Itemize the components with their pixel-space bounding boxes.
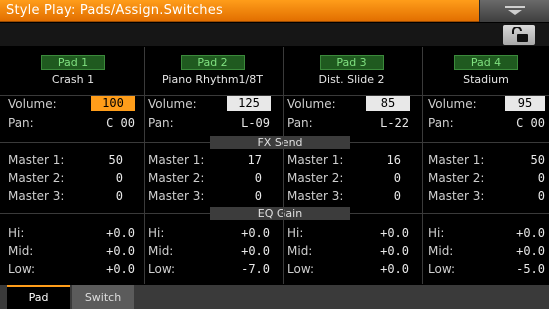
master1-label: Master 1: <box>287 153 344 167</box>
volume-label: Volume: <box>148 97 197 111</box>
pad-4-hi[interactable]: +0.0 <box>516 226 545 240</box>
pad-3-pan[interactable]: L-22 <box>380 116 409 130</box>
master1-label: Master 1: <box>428 153 485 167</box>
pad-1-master2[interactable]: 0 <box>116 171 123 185</box>
lock-button[interactable] <box>503 25 535 45</box>
pad-3-volume[interactable]: 85 <box>366 96 410 111</box>
toolbar <box>0 23 549 46</box>
hi-label: Hi: <box>428 226 445 240</box>
pad-4-master3[interactable]: 0 <box>538 189 545 203</box>
pad-2-master1[interactable]: 17 <box>248 153 262 167</box>
volume-label: Volume: <box>287 97 336 111</box>
master2-label: Master 2: <box>8 171 65 185</box>
hi-label: Hi: <box>148 226 165 240</box>
pad-4-low[interactable]: -5.0 <box>516 262 545 276</box>
pad-1-mid[interactable]: +0.0 <box>106 244 135 258</box>
pan-label: Pan: <box>8 116 34 130</box>
low-label: Low: <box>148 262 176 276</box>
pad-2-sound[interactable]: Piano Rhythm1/8T <box>162 73 263 86</box>
pad-3-low[interactable]: +0.0 <box>380 262 409 276</box>
hi-label: Hi: <box>287 226 304 240</box>
pad-1-volume[interactable]: 100 <box>91 96 135 111</box>
pad-3-button[interactable]: Pad 3 <box>319 55 384 70</box>
mid-label: Mid: <box>148 244 174 258</box>
pad-3-sound[interactable]: Dist. Slide 2 <box>319 73 385 86</box>
pan-label: Pan: <box>287 116 313 130</box>
master3-label: Master 3: <box>287 189 344 203</box>
pad-1-master3[interactable]: 0 <box>116 189 123 203</box>
pad-3-hi[interactable]: +0.0 <box>380 226 409 240</box>
master1-label: Master 1: <box>148 153 205 167</box>
page-menu-button[interactable] <box>479 0 549 22</box>
pad-3-master2[interactable]: 0 <box>394 171 401 185</box>
pad-2-low[interactable]: -7.0 <box>241 262 270 276</box>
master2-label: Master 2: <box>428 171 485 185</box>
pan-label: Pan: <box>428 116 454 130</box>
low-label: Low: <box>428 262 456 276</box>
pad-4-sound[interactable]: Stadium <box>463 73 509 86</box>
pad-2-master3[interactable]: 0 <box>255 189 262 203</box>
volume-label: Volume: <box>428 97 477 111</box>
pad-3-mid[interactable]: +0.0 <box>380 244 409 258</box>
pad-column-3: Pad 3 Dist. Slide 2 Volume: 85 Pan: L-22… <box>283 47 419 284</box>
tab-bar: Pad Switch <box>0 285 549 309</box>
mid-label: Mid: <box>428 244 454 258</box>
master2-label: Master 2: <box>148 171 205 185</box>
pad-4-master1[interactable]: 50 <box>531 153 545 167</box>
pad-4-pan[interactable]: C 00 <box>516 116 545 130</box>
mid-label: Mid: <box>8 244 34 258</box>
tab-switch[interactable]: Switch <box>72 285 134 309</box>
pad-1-hi[interactable]: +0.0 <box>106 226 135 240</box>
tab-pad[interactable]: Pad <box>7 285 70 309</box>
master1-label: Master 1: <box>8 153 65 167</box>
pad-1-master1[interactable]: 50 <box>109 153 123 167</box>
title-bar: Style Play: Pads/Assign.Switches <box>0 0 549 22</box>
pad-1-button[interactable]: Pad 1 <box>41 55 105 70</box>
low-label: Low: <box>287 262 315 276</box>
pad-column-4: Pad 4 Stadium Volume: 95 Pan: C 00 Maste… <box>422 47 549 284</box>
master2-label: Master 2: <box>287 171 344 185</box>
pad-4-master2[interactable]: 0 <box>538 171 545 185</box>
pad-4-mid[interactable]: +0.0 <box>516 244 545 258</box>
pad-2-hi[interactable]: +0.0 <box>241 226 270 240</box>
pan-label: Pan: <box>148 116 174 130</box>
chevron-down-icon <box>505 6 525 15</box>
pad-1-low[interactable]: +0.0 <box>106 262 135 276</box>
master3-label: Master 3: <box>8 189 65 203</box>
pad-2-pan[interactable]: L-09 <box>241 116 270 130</box>
pad-2-volume[interactable]: 125 <box>227 96 271 111</box>
pad-2-master2[interactable]: 0 <box>255 171 262 185</box>
pad-2-button[interactable]: Pad 2 <box>180 55 245 70</box>
low-label: Low: <box>8 262 36 276</box>
pad-column-2: Pad 2 Piano Rhythm1/8T Volume: 125 Pan: … <box>144 47 280 284</box>
pad-2-mid[interactable]: +0.0 <box>241 244 270 258</box>
master3-label: Master 3: <box>148 189 205 203</box>
page-title: Style Play: Pads/Assign.Switches <box>6 3 223 18</box>
pad-1-sound[interactable]: Crash 1 <box>52 73 94 86</box>
hi-label: Hi: <box>8 226 25 240</box>
pad-4-volume[interactable]: 95 <box>505 96 545 111</box>
lock-icon <box>512 27 528 42</box>
volume-label: Volume: <box>8 97 57 111</box>
pad-1-pan[interactable]: C 00 <box>106 116 135 130</box>
pad-column-1: Pad 1 Crash 1 Volume: 100 Pan: C 00 Mast… <box>5 47 141 284</box>
pad-3-master3[interactable]: 0 <box>394 189 401 203</box>
mid-label: Mid: <box>287 244 313 258</box>
master3-label: Master 3: <box>428 189 485 203</box>
pad-4-button[interactable]: Pad 4 <box>454 55 518 70</box>
pad-3-master1[interactable]: 16 <box>387 153 401 167</box>
